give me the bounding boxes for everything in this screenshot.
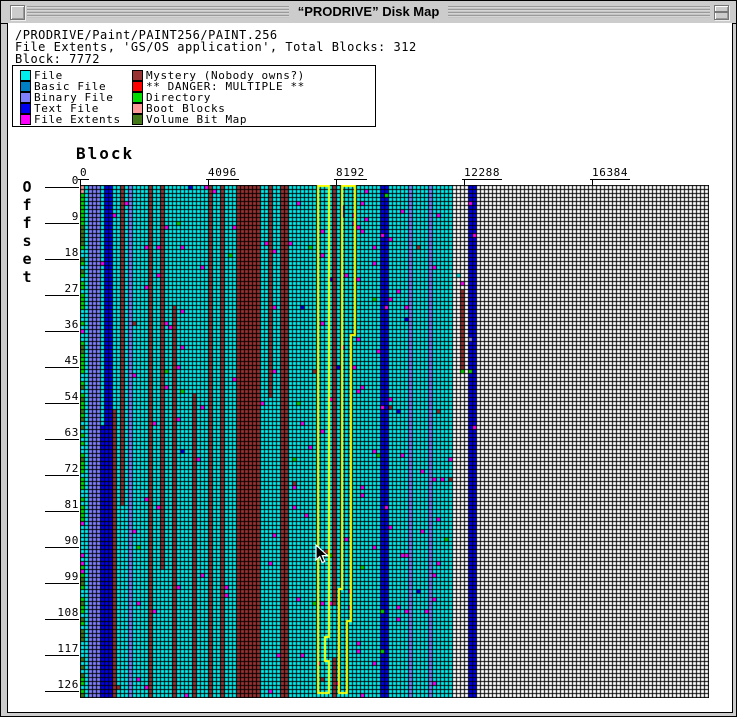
block-axis-title: Block <box>76 144 134 163</box>
legend-swatch <box>20 70 31 81</box>
block-tick-label: 8192 <box>334 167 367 180</box>
legend-label: File Extents <box>34 113 121 126</box>
offset-tick-label: 18 <box>45 247 79 260</box>
close-box[interactable] <box>10 5 25 20</box>
disk-map-canvas[interactable] <box>80 185 709 698</box>
block-tick-label: 12288 <box>462 167 502 180</box>
legend-swatch <box>132 81 143 92</box>
offset-tick-label: 0 <box>45 175 79 188</box>
offset-tick-label: 36 <box>45 319 79 332</box>
offset-tick-label: 63 <box>45 427 79 440</box>
offset-tick-label: 54 <box>45 391 79 404</box>
offset-tick-label: 81 <box>45 499 79 512</box>
offset-tick-label: 90 <box>45 535 79 548</box>
legend-box: FileBasic FileBinary FileText FileFile E… <box>12 65 376 127</box>
collapse-icon <box>715 11 728 13</box>
offset-tick-label: 117 <box>45 643 79 656</box>
legend-swatch <box>20 103 31 114</box>
offset-tick-label: 45 <box>45 355 79 368</box>
offset-tick-label: 72 <box>45 463 79 476</box>
disk-map-window: “PRODRIVE” Disk Map /PRODRIVE/Paint/PAIN… <box>0 0 737 717</box>
offset-tick-label: 99 <box>45 571 79 584</box>
title-bar[interactable]: “PRODRIVE” Disk Map <box>1 1 736 24</box>
legend-swatch <box>132 114 143 125</box>
offset-tick-label: 27 <box>45 283 79 296</box>
title-bar-stripes <box>27 6 710 18</box>
block-tick-label: 4096 <box>206 167 239 180</box>
legend-swatch <box>132 70 143 81</box>
offset-tick-label: 9 <box>45 211 79 224</box>
collapse-box[interactable] <box>714 5 729 20</box>
window-content: /PRODRIVE/Paint/PAINT256/PAINT.256 File … <box>7 23 733 713</box>
legend-swatch <box>20 81 31 92</box>
legend-swatch <box>132 92 143 103</box>
block-status-text: Block: 7772 <box>15 52 100 66</box>
legend-label: Volume Bit Map <box>146 113 247 126</box>
offset-axis-title: Offset <box>18 178 36 286</box>
legend-swatch <box>20 92 31 103</box>
legend-swatch <box>132 103 143 114</box>
block-tick-label: 16384 <box>590 167 630 180</box>
legend-swatch <box>20 114 31 125</box>
offset-tick-label: 126 <box>45 679 79 692</box>
offset-tick-label: 108 <box>45 607 79 620</box>
